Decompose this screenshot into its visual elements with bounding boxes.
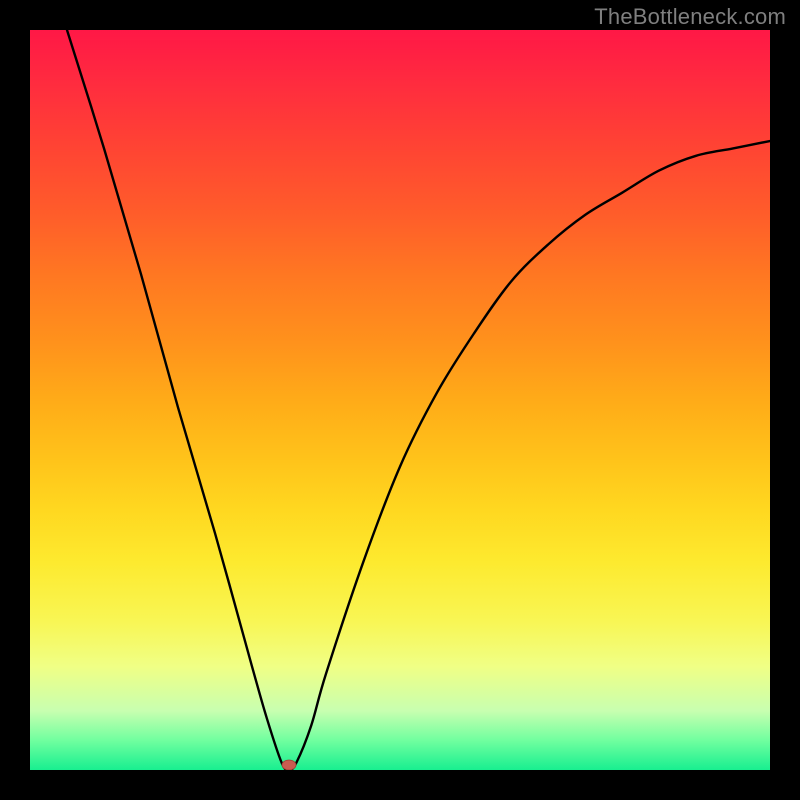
watermark-text: TheBottleneck.com — [594, 4, 786, 30]
curve-path — [67, 30, 770, 770]
plot-area — [30, 30, 770, 770]
minimum-marker — [282, 760, 296, 770]
bottleneck-curve — [30, 30, 770, 770]
chart-frame: TheBottleneck.com — [0, 0, 800, 800]
